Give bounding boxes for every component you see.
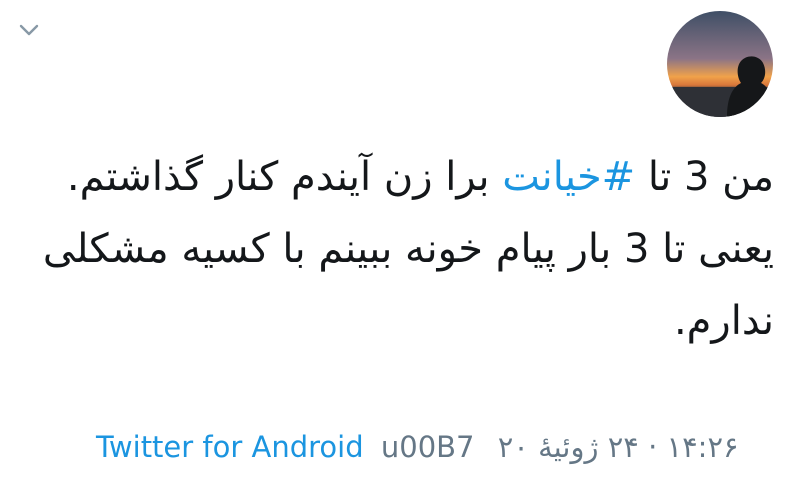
tweet-text: من 3 تا #خیانت برا زن آیندم کنار گذاشتم.… bbox=[30, 141, 774, 357]
separator: u00B7 bbox=[380, 430, 475, 464]
source-link[interactable]: Twitter for Android bbox=[96, 430, 364, 464]
tweet-meta: Twitter for Android u00B7 ۱۴:۲۶ · ۲۴ ژوئ… bbox=[96, 425, 786, 469]
tweet-detail: من 3 تا #خیانت برا زن آیندم کنار گذاشتم.… bbox=[0, 0, 800, 486]
tweet-text-part1: من 3 تا bbox=[635, 154, 774, 200]
hashtag-link[interactable]: #خیانت bbox=[502, 154, 635, 200]
avatar[interactable] bbox=[667, 11, 773, 117]
timestamp[interactable]: ۱۴:۲۶ · ۲۴ ژوئیهٔ ۲۰ bbox=[498, 430, 739, 464]
chevron-down-icon[interactable] bbox=[18, 22, 40, 38]
